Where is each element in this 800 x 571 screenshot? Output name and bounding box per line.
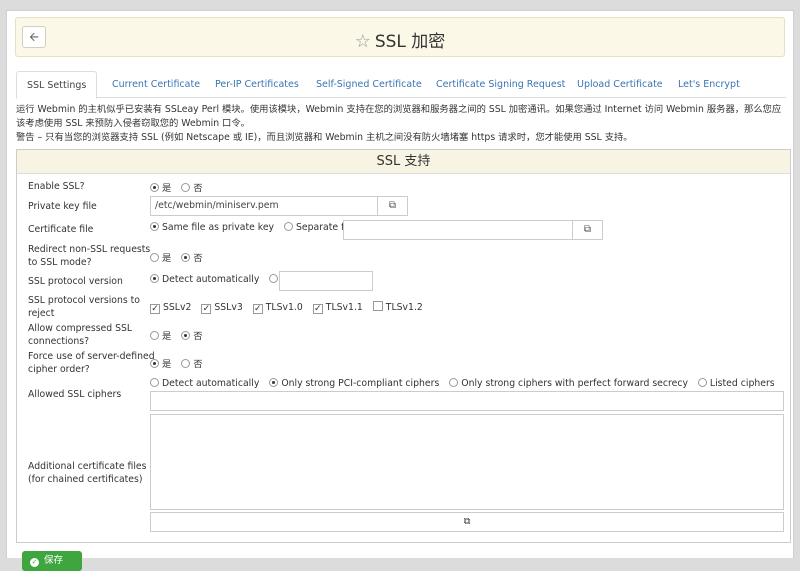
tab-bar: SSL Settings Current Certificate Per-IP … xyxy=(16,71,786,99)
redirect-yes[interactable]: 是 xyxy=(150,253,171,264)
checkbox-checked-icon: ✓ xyxy=(252,304,263,314)
certificate-file-label: Certificate file xyxy=(28,224,94,235)
cipher-pfs[interactable]: Only strong ciphers with perfect forward… xyxy=(449,378,688,389)
radio-icon xyxy=(150,378,159,387)
check-circle-icon: ✓ xyxy=(30,558,39,567)
description-line-1: 运行 Webmin 的主机似乎已安装有 SSLeay Perl 模块。使用该模块… xyxy=(16,104,782,115)
tab-self-signed-certificate[interactable]: Self-Signed Certificate xyxy=(306,71,432,98)
protocol-auto[interactable]: Detect automatically xyxy=(150,274,259,285)
extra-certs-label-1: Additional certificate files xyxy=(28,461,147,472)
ciphers-input[interactable] xyxy=(150,391,784,411)
radio-icon xyxy=(150,222,159,231)
title-bar: 🡨 ☆ SSL 加密 xyxy=(15,17,785,57)
force-cipher-yes[interactable]: 是 xyxy=(150,359,171,370)
radio-icon xyxy=(150,183,159,192)
reject-tlsv1-1[interactable]: ✓ TLSv1.1 xyxy=(312,302,363,314)
force-cipher-no[interactable]: 否 xyxy=(181,359,203,370)
redirect-radios: 是 否 xyxy=(150,250,210,264)
tab-lets-encrypt[interactable]: Let's Encrypt xyxy=(668,71,750,98)
certificate-file-radios: Same file as private key Separate file xyxy=(150,222,362,233)
protocol-version-label: SSL protocol version xyxy=(28,276,123,287)
description-line-2: 该考虑使用 SSL 来预防入侵者窃取您的 Webmin 口令。 xyxy=(16,118,250,129)
radio-icon xyxy=(150,253,159,262)
protocol-version-radios: Detect automatically xyxy=(150,274,288,285)
file-chooser-button[interactable]: ⧉ xyxy=(573,220,603,240)
page-title: ☆ SSL 加密 xyxy=(354,31,446,52)
protocol-version-input[interactable] xyxy=(279,271,373,291)
enable-ssl-label: Enable SSL? xyxy=(28,181,85,192)
page-container: 🡨 ☆ SSL 加密 SSL Settings Current Certifica… xyxy=(6,10,794,571)
reject-versions-checkboxes: ✓ SSLv2 ✓ SSLv3 ✓ TLSv1.0 ✓ TLSv1.1 TLSv1.2 xyxy=(150,301,430,314)
cipher-pci[interactable]: Only strong PCI-compliant ciphers xyxy=(269,378,439,389)
tab-per-ip-certificates[interactable]: Per-IP Certificates xyxy=(205,71,309,98)
section-title: SSL 支持 xyxy=(17,150,790,174)
compressed-radios: 是 否 xyxy=(150,328,210,342)
compressed-yes[interactable]: 是 xyxy=(150,331,171,342)
checkbox-checked-icon: ✓ xyxy=(201,304,212,314)
reject-tlsv1-2[interactable]: TLSv1.2 xyxy=(372,301,423,313)
certificate-same-file[interactable]: Same file as private key xyxy=(150,222,274,233)
ciphers-label: Allowed SSL ciphers xyxy=(28,389,122,400)
extra-certs-label-2: (for chained certificates) xyxy=(28,474,143,485)
cipher-listed[interactable]: Listed ciphers xyxy=(697,378,775,389)
force-cipher-radios: 是 否 xyxy=(150,356,210,370)
enable-ssl-no[interactable]: 否 xyxy=(181,183,203,194)
private-key-label: Private key file xyxy=(28,201,97,212)
ssl-settings-section: SSL 支持 Enable SSL? 是 否 Private key file … xyxy=(16,149,791,543)
save-button[interactable]: ✓ 保存 xyxy=(22,551,82,571)
radio-icon xyxy=(181,183,191,192)
compressed-no[interactable]: 否 xyxy=(181,331,203,342)
force-cipher-label: Force use of server-defined cipher order… xyxy=(28,351,155,375)
checkbox-checked-icon: ✓ xyxy=(150,304,160,314)
radio-icon xyxy=(284,222,294,231)
tab-ssl-settings[interactable]: SSL Settings xyxy=(16,71,98,99)
tab-certificate-signing-request[interactable]: Certificate Signing Request xyxy=(426,71,575,98)
radio-icon xyxy=(150,331,159,340)
reject-versions-label: SSL protocol versions to reject xyxy=(28,295,140,319)
certificate-file-input[interactable] xyxy=(343,220,573,240)
radio-icon xyxy=(181,359,191,368)
redirect-label: Redirect non-SSL requests to SSL mode? xyxy=(28,244,151,268)
radio-icon xyxy=(269,274,279,283)
file-chooser-button[interactable]: ⧉ xyxy=(378,196,408,216)
reject-tlsv1-0[interactable]: ✓ TLSv1.0 xyxy=(252,302,303,314)
radio-icon xyxy=(181,253,191,262)
enable-ssl-radios: 是 否 xyxy=(150,180,210,194)
radio-icon xyxy=(181,331,191,340)
radio-icon xyxy=(449,378,459,387)
redirect-no[interactable]: 否 xyxy=(181,253,203,264)
private-key-input[interactable]: /etc/webmin/miniserv.pem xyxy=(150,196,378,216)
radio-icon xyxy=(150,359,159,368)
reject-sslv3[interactable]: ✓ SSLv3 xyxy=(201,302,243,314)
radio-icon xyxy=(150,274,159,283)
file-chooser-icon: ⧉ xyxy=(583,224,592,235)
star-icon[interactable]: ☆ xyxy=(355,31,371,52)
extra-certs-file-chooser[interactable]: ⧉ xyxy=(150,512,784,532)
enable-ssl-yes[interactable]: 是 xyxy=(150,183,171,194)
radio-icon xyxy=(697,378,707,387)
file-chooser-icon: ⧉ xyxy=(463,516,471,527)
tab-current-certificate[interactable]: Current Certificate xyxy=(102,71,210,98)
tab-upload-certificate[interactable]: Upload Certificate xyxy=(567,71,673,98)
extra-certs-textarea[interactable] xyxy=(150,414,784,510)
reject-sslv2[interactable]: ✓ SSLv2 xyxy=(150,302,191,314)
radio-icon xyxy=(269,378,279,387)
file-chooser-icon: ⧉ xyxy=(388,200,397,211)
compressed-label: Allow compressed SSL connections? xyxy=(28,323,133,347)
checkbox-unchecked-icon xyxy=(372,301,383,311)
warning-text: 警告 – 只有当您的浏览器支持 SSL (例如 Netscape 或 IE)，而… xyxy=(16,132,633,143)
cipher-radios: Detect automatically Only strong PCI-com… xyxy=(150,378,782,389)
checkbox-checked-icon: ✓ xyxy=(312,304,323,314)
cipher-auto[interactable]: Detect automatically xyxy=(150,378,259,389)
